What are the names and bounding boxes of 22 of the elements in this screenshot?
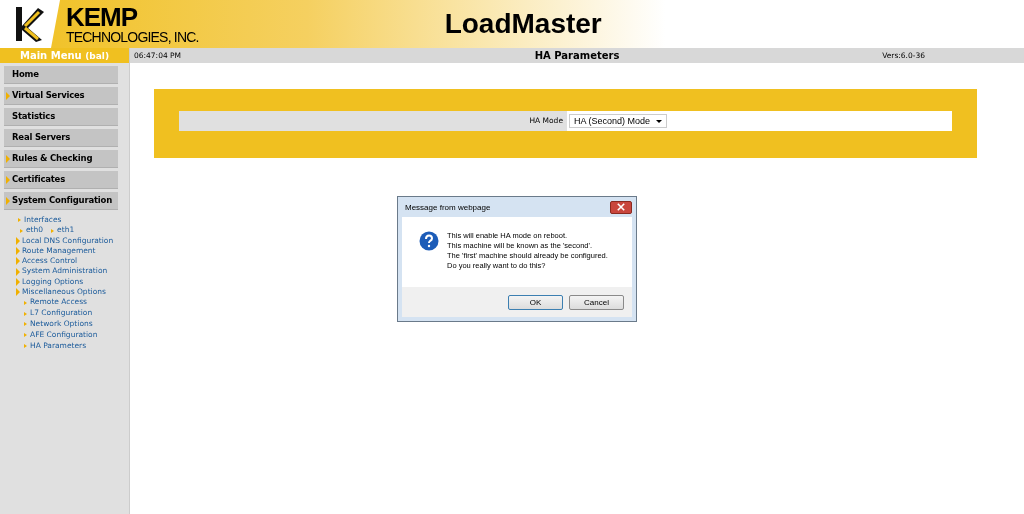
company-subtitle: TECHNOLOGIES, INC. (66, 30, 199, 44)
menu-item[interactable]: System Configuration (4, 192, 118, 210)
product-title: LoadMaster (444, 8, 602, 40)
menu-item[interactable]: Certificates (4, 171, 118, 189)
cancel-button[interactable]: Cancel (569, 294, 624, 310)
dialog-title: Message from webpage (405, 202, 491, 212)
close-icon (617, 203, 625, 211)
ha-mode-dropdown[interactable]: HA (Second) Mode (569, 114, 668, 128)
question-icon (419, 231, 439, 251)
menu-item[interactable]: Virtual Services (4, 87, 118, 105)
arrow-icon (24, 311, 27, 316)
menu-item[interactable]: Real Servers (4, 129, 118, 147)
menu-item[interactable]: Rules & Checking (4, 150, 118, 168)
menu-item[interactable]: Statistics (4, 108, 118, 126)
menu-item[interactable]: Home (4, 66, 118, 84)
arrow-icon (24, 322, 27, 327)
company-name: KEMP (66, 4, 139, 30)
main-menu-title: Main Menu (bal) (0, 48, 129, 63)
ok-button[interactable]: OK (508, 294, 563, 310)
page-title: HA Parameters (534, 50, 620, 61)
close-button[interactable] (610, 200, 632, 214)
arrow-icon (51, 228, 55, 233)
